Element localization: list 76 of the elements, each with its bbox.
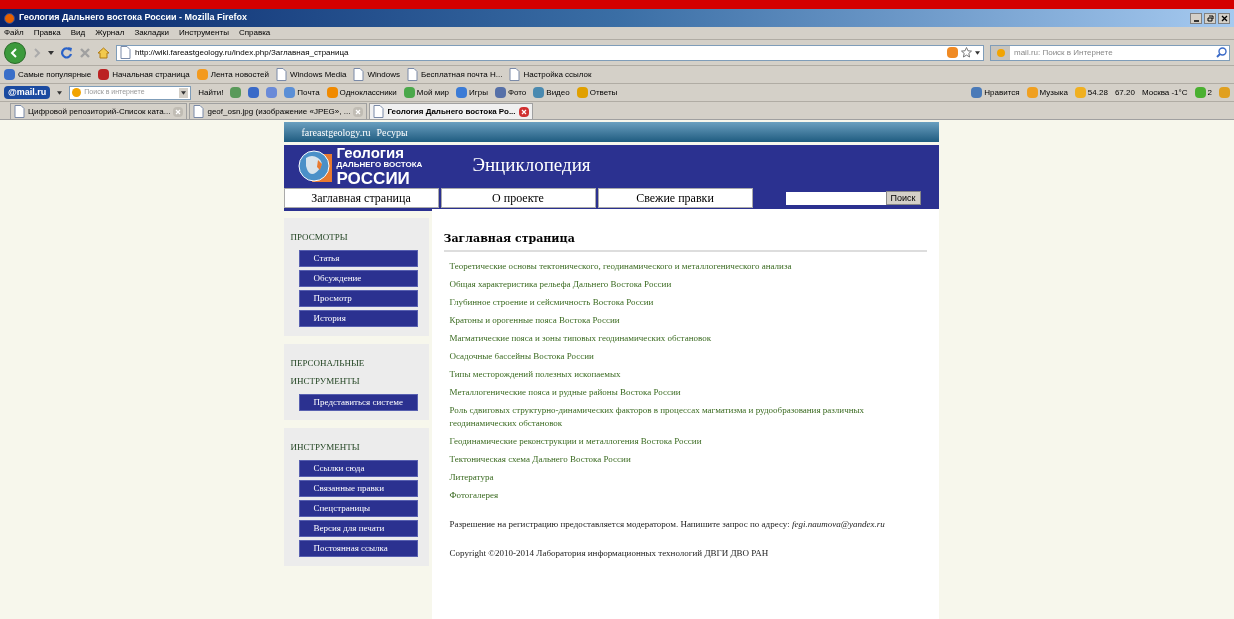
browser-tab[interactable]: geof_osn.jpg (изображение «JPEG», ... [189, 103, 368, 119]
find-button[interactable]: Найти! [198, 86, 224, 99]
logo-text: РОССИИ [336, 170, 411, 187]
menu-item[interactable]: Инструменты [179, 27, 229, 39]
article-link[interactable]: Металлогенические пояса и рудные районы Востока России [449, 385, 887, 399]
bookmark-link[interactable]: Windows Media [290, 68, 347, 81]
toolbar-info[interactable]: 54.28 [1087, 86, 1108, 99]
toolbar-link[interactable]: Ответы [589, 86, 618, 99]
sidebar-link[interactable]: Представиться системе [298, 394, 418, 411]
url-text: http://wiki.fareastgeology.ru/index.php/Заглавная_страница [135, 46, 349, 59]
toolbar-info[interactable]: 67.20 [1114, 86, 1135, 99]
sidebar-link[interactable]: Постоянная ссылка [298, 540, 418, 557]
menu-item[interactable]: Справка [238, 27, 271, 39]
menu-item[interactable]: Правка [33, 27, 61, 39]
sidebar-link[interactable]: Статья [298, 250, 418, 267]
logo-text: Геология [336, 145, 406, 160]
sidebar-heading: ПРОСМОТРЫ [290, 231, 349, 244]
sidebar-link[interactable]: Просмотр [298, 290, 418, 307]
menu-item[interactable]: Журнал [95, 27, 125, 39]
toolbar-info[interactable]: Музыка [1039, 86, 1068, 99]
article-link[interactable]: Литература [449, 470, 887, 484]
bookmark-link[interactable]: Настройка ссылок [523, 68, 592, 81]
toolbar-link[interactable]: Фото [507, 86, 527, 99]
sidebar-link[interactable]: История [298, 310, 418, 327]
sidebar-heading: ПЕРСОНАЛЬНЫЕ ИНСТРУМЕНТЫ [290, 357, 366, 388]
mailru-logo[interactable]: @mail.ru [4, 85, 51, 100]
sidebar-heading: ИНСТРУМЕНТЫ [290, 441, 361, 454]
toolbar-link[interactable]: Одноклассники [339, 86, 397, 99]
article-link[interactable]: Геодинамические реконструкции и металлогения Востока России [449, 434, 887, 448]
toolbar-info[interactable]: Нравится [984, 86, 1020, 99]
menu-item[interactable]: Закладки [134, 27, 169, 39]
article-link[interactable]: Осадочные бассейны Востока России [449, 349, 887, 363]
article-link[interactable]: Кратоны и орогенные пояса Востока России [449, 313, 887, 327]
copyright-text: Copyright ©2010-2014 Лаборатория информационных технологий ДВГИ ДВО РАН [448, 547, 770, 560]
site-title: Энциклопедия [472, 153, 591, 177]
browser-tab[interactable]: Геология Дальнего востока Ро... [369, 103, 533, 119]
toolbar-link[interactable]: Мой мир [416, 86, 450, 99]
toolbar-info[interactable]: 2 [1207, 86, 1212, 99]
bookmark-link[interactable]: Windows [367, 68, 400, 81]
registration-note: Разрешение на регистрацию предоставляется модератором. Напишите запрос по адресу: fegi.naumova@yandex.ru [448, 517, 886, 531]
menu-item[interactable]: Файл [4, 27, 24, 39]
article-link[interactable]: Роль сдвиговых структурно-динамических факторов в процессах магматизма и рудообразования различных геодинамических обстановок [449, 403, 887, 430]
article-link[interactable]: Глубинное строение и сейсмичность Востока России [449, 295, 887, 309]
bookmark-link[interactable]: Лента новостей [210, 68, 269, 81]
search-placeholder: mail.ru: Поиск в Интернете [1014, 46, 1113, 59]
article-link[interactable]: Тектоническая схема Дальнего Востока России [449, 452, 887, 466]
sidebar-link[interactable]: Версия для печати [298, 520, 418, 537]
article-link[interactable]: Магматические пояса и зоны типовых геодинамических обстановок [449, 331, 887, 345]
article-link[interactable]: Теоретические основы тектонического, геодинамического и металлогенического анализа [449, 259, 887, 273]
search-button[interactable]: Поиск [885, 191, 921, 205]
sidebar-link[interactable]: Ссылки сюда [298, 460, 418, 477]
sidebar-link[interactable]: Обсуждение [298, 270, 418, 287]
menu-item[interactable]: Вид [70, 27, 86, 39]
article-link[interactable]: Общая характеристика рельефа Дальнего Востока России [449, 277, 887, 291]
article-link[interactable]: Фотогалерея [449, 488, 887, 502]
toolbar-link[interactable]: Видео [546, 86, 570, 99]
nav-tab[interactable]: О проекте [440, 188, 596, 208]
sidebar-link[interactable]: Спецстраницы [298, 500, 418, 517]
bookmark-link[interactable]: Самые популярные [18, 68, 92, 81]
toolbar-link[interactable]: Почта [297, 86, 320, 99]
search-field[interactable]: mail.ru: Поиск в Интернете [990, 44, 1230, 61]
logo-text: ДАЛЬНЕГО ВОСТОКА [336, 161, 423, 169]
top-link[interactable]: fareastgeology.ru [301, 124, 371, 140]
nav-tab[interactable]: Свежие правки [597, 188, 753, 208]
bookmark-link[interactable]: Начальная страница [112, 68, 190, 81]
page-heading: Заглавная страница [443, 231, 927, 252]
toolbar-info[interactable]: Москва -1°C [1141, 86, 1188, 99]
window-title: Геология Дальнего востока России - Mozilla Firefox [19, 11, 248, 25]
sidebar-link[interactable]: Связанные правки [298, 480, 418, 497]
browser-tab[interactable]: Цифровой репозиторий-Список ката... [10, 103, 188, 119]
bookmark-link[interactable]: Бесплатная почта Н... [420, 68, 503, 81]
nav-tab[interactable]: Заглавная страница [283, 188, 439, 208]
address-bar[interactable]: http://wiki.fareastgeology.ru/index.php/Заглавная_страница [116, 44, 984, 61]
top-link[interactable]: Ресуры [376, 124, 408, 140]
article-link[interactable]: Типы месторождений полезных ископаемых [449, 367, 887, 381]
toolbar-link[interactable]: Игры [469, 86, 488, 99]
